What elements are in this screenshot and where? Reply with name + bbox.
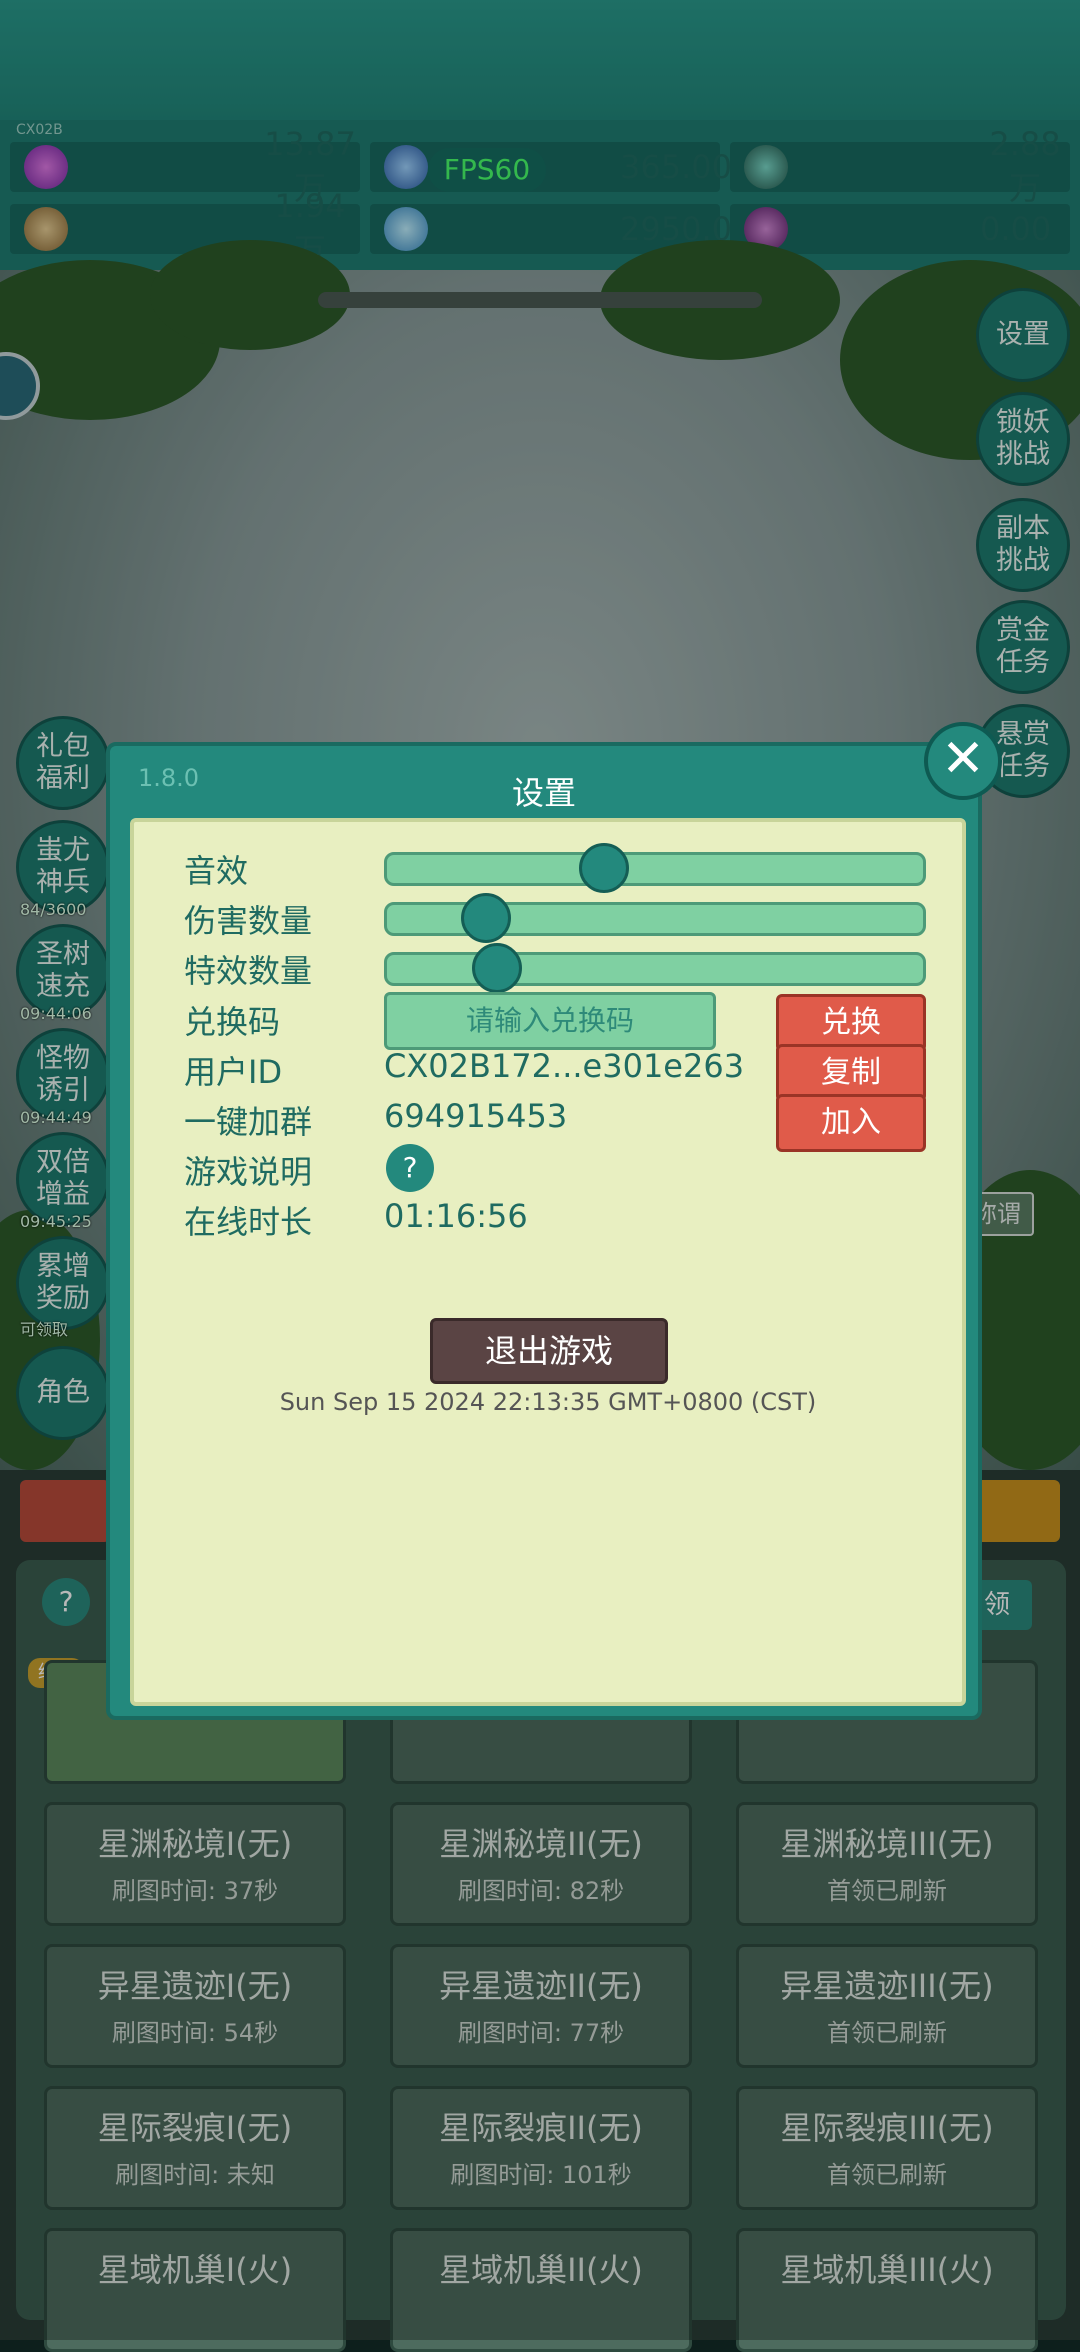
damage-label: 伤害数量 (184, 902, 313, 940)
close-button[interactable]: ✕ (924, 722, 1002, 800)
dialog-title: 设置 (511, 774, 576, 812)
guide-label: 游戏说明 (184, 1153, 313, 1191)
effect-slider[interactable] (384, 943, 926, 993)
online-label: 在线时长 (184, 1203, 313, 1241)
guide-help-button[interactable]: ? (386, 1144, 434, 1192)
exit-game-button[interactable]: 退出游戏 (430, 1318, 668, 1384)
effect-slider-knob[interactable] (472, 943, 523, 993)
effect-label: 特效数量 (184, 952, 313, 990)
group-label: 一键加群 (184, 1103, 313, 1141)
damage-slider[interactable] (384, 893, 926, 943)
close-icon: ✕ (941, 729, 985, 789)
dialog-body: 音效 伤害数量 特效数量 兑换码 请输入兑换码 兑换 用户ID CX02B172… (130, 818, 966, 1706)
group-value: 694915453 (384, 1097, 568, 1135)
userid-value: CX02B172...e301e263 (384, 1047, 745, 1085)
redeem-code-input[interactable]: 请输入兑换码 (384, 992, 716, 1050)
userid-label: 用户ID (184, 1053, 283, 1091)
sound-slider-knob[interactable] (579, 843, 630, 893)
damage-slider-knob[interactable] (461, 893, 512, 943)
settings-dialog: 1.8.0 设置 音效 伤害数量 特效数量 兑换码 请输入兑换码 兑换 用户ID… (106, 742, 982, 1720)
timestamp: Sun Sep 15 2024 22:13:35 GMT+0800 (CST) (279, 1388, 817, 1416)
redeem-label: 兑换码 (184, 1003, 281, 1041)
join-button[interactable]: 加入 (776, 1094, 926, 1152)
sound-label: 音效 (184, 852, 249, 890)
online-time-value: 01:16:56 (384, 1197, 528, 1235)
sound-slider[interactable] (384, 843, 926, 893)
